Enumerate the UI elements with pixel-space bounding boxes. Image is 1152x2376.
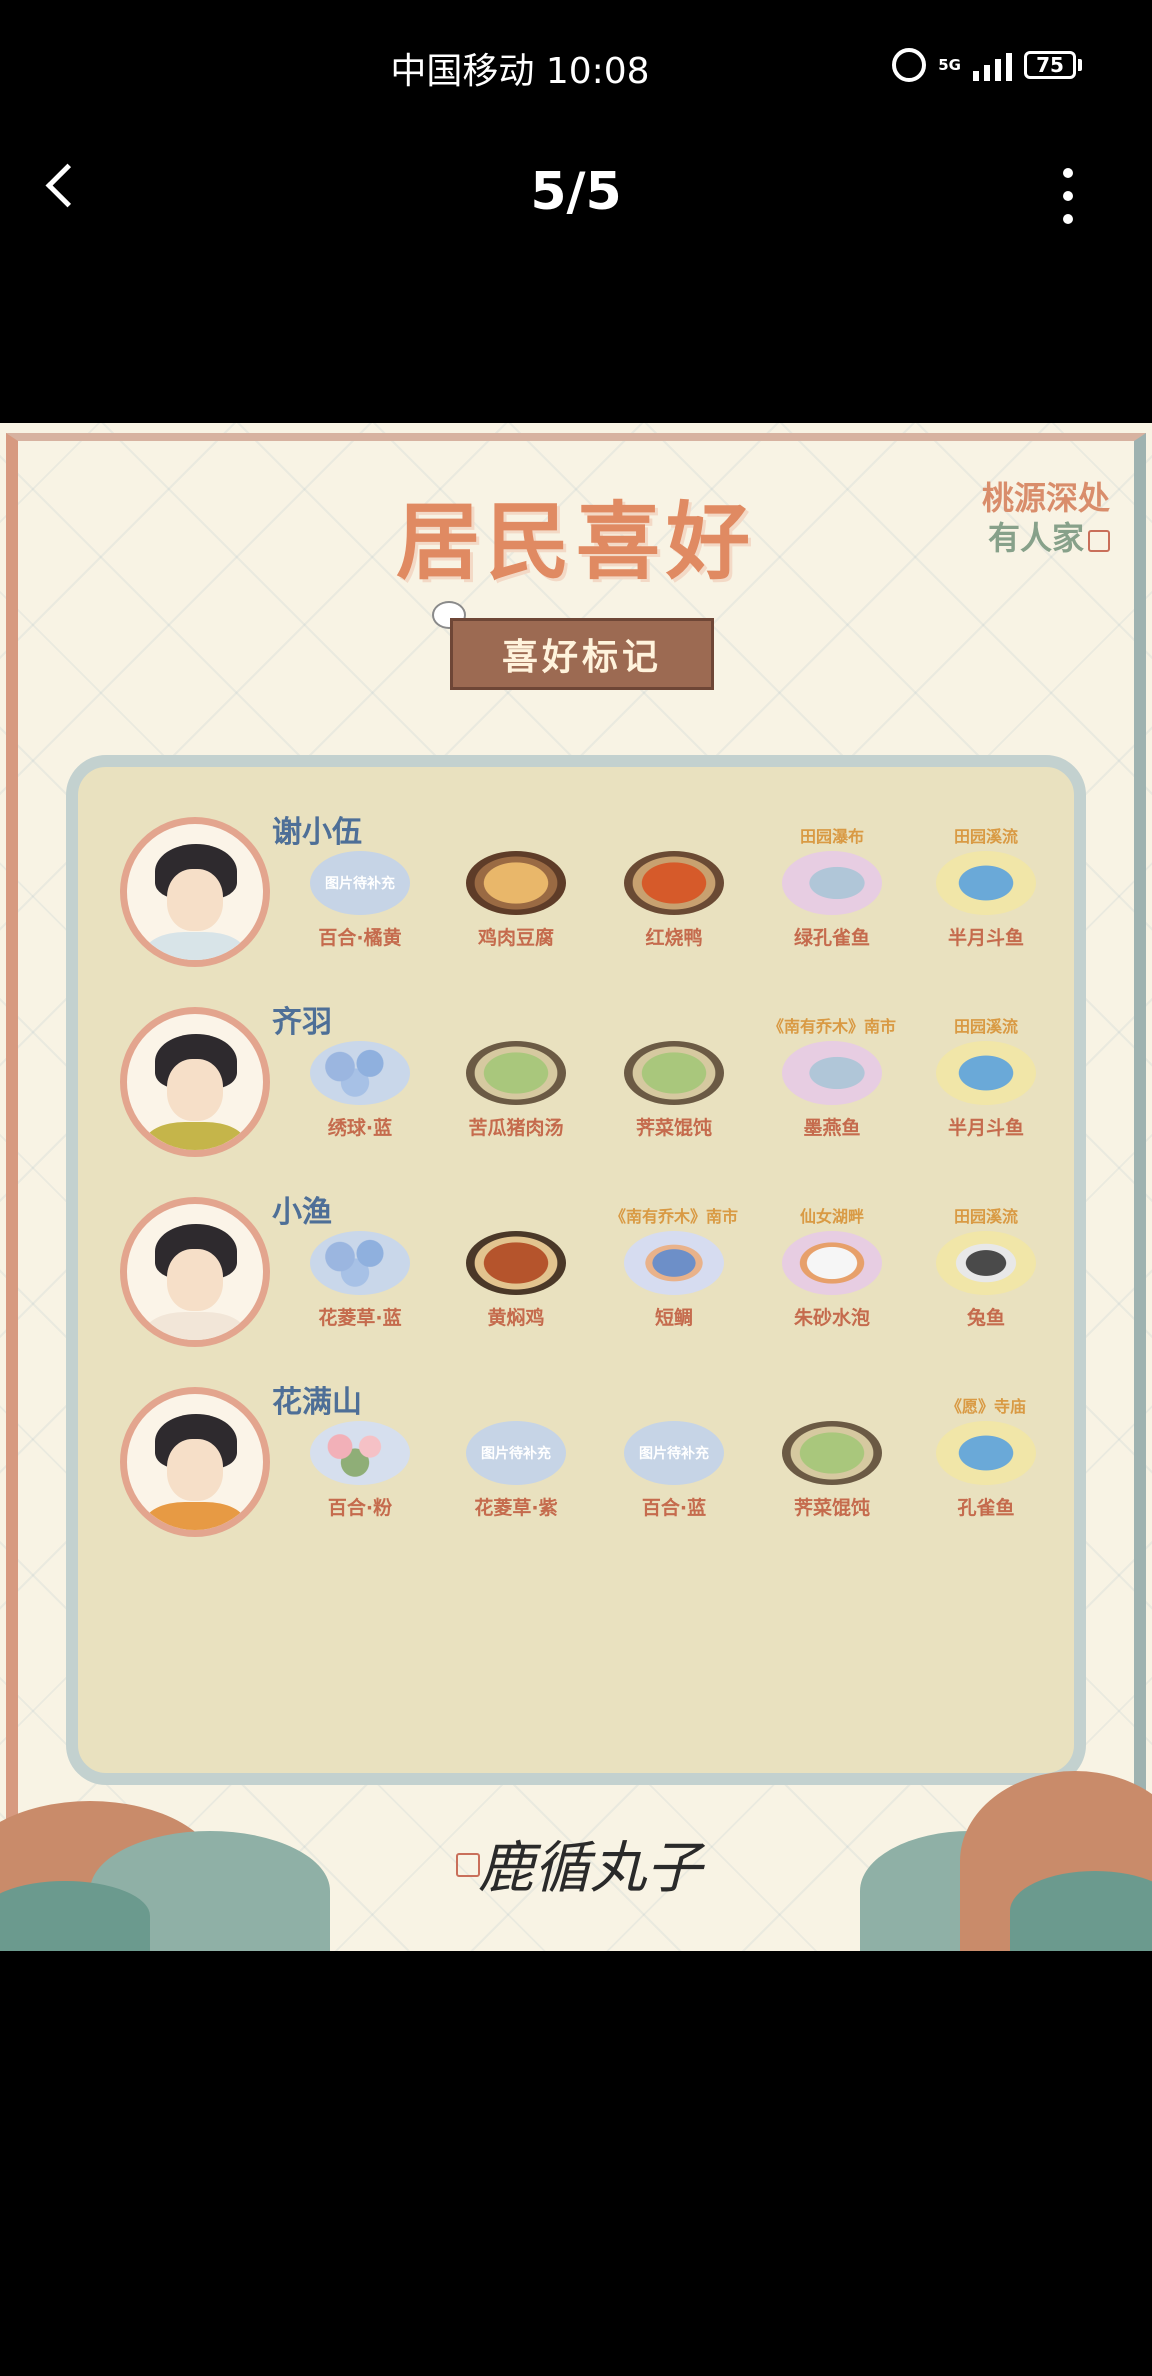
item-label: 苦瓜猪肉汤	[468, 1117, 564, 1139]
item-picture	[624, 1231, 724, 1295]
signal-icon	[973, 49, 1012, 81]
preference-item: 《南有乔木》南市 墨燕鱼	[762, 1017, 902, 1140]
item-picture	[782, 1421, 882, 1485]
tag-banner: 喜好标记	[450, 618, 714, 690]
resident-avatar	[120, 1387, 270, 1537]
item-picture	[466, 1231, 566, 1295]
preference-item: 仙女湖畔 朱砂水泡	[762, 1207, 902, 1330]
preference-item: 绣球·蓝	[290, 1041, 430, 1140]
battery-tip	[1078, 59, 1082, 71]
resident-row: 齐羽 绣球·蓝 苦瓜猪肉汤 荠菜馄饨 《南有乔木》南市 墨燕鱼 田园溪流 半月斗鱼	[78, 997, 1098, 1187]
placeholder-text: 图片待补充	[325, 876, 395, 892]
resident-row: 花满山 百合·粉 图片待补充 花菱草·紫 图片待补充 百合·蓝 荠菜馄饨 《愿》寺庙 孔雀鱼	[78, 1377, 1098, 1567]
item-picture	[310, 1421, 410, 1485]
item-picture	[466, 851, 566, 915]
item-label: 荠菜馄饨	[635, 1117, 712, 1139]
preference-item: 图片待补充百合·蓝	[604, 1421, 744, 1520]
image-counter: 5/5	[530, 162, 622, 222]
resident-name: 小渔	[272, 1195, 332, 1230]
item-picture	[936, 1041, 1036, 1105]
status-icons: 5G 75	[892, 48, 1082, 82]
resident-avatar	[120, 1197, 270, 1347]
item-label: 红烧鸭	[645, 927, 703, 949]
placeholder-text: 图片待补充	[481, 1446, 551, 1462]
more-options-icon[interactable]	[1063, 168, 1073, 224]
item-label: 朱砂水泡	[793, 1307, 870, 1329]
item-label: 绿孔雀鱼	[793, 927, 870, 949]
network-type: 5G	[938, 55, 961, 74]
item-picture: 图片待补充	[466, 1421, 566, 1485]
preference-item: 红烧鸭	[604, 851, 744, 950]
item-picture	[936, 1421, 1036, 1485]
item-label: 半月斗鱼	[947, 1117, 1024, 1139]
preference-item: 田园溪流 兔鱼	[916, 1207, 1056, 1330]
status-bar: 中国移动 10:08 5G 75	[0, 0, 1152, 130]
item-label: 百合·橘黄	[318, 927, 402, 949]
resident-row: 小渔 花菱草·蓝 黄焖鸡 《南有乔木》南市 短鲷 仙女湖畔 朱砂水泡 田园溪流 兔鱼	[78, 1187, 1098, 1377]
item-picture	[310, 1231, 410, 1295]
item-label: 百合·蓝	[641, 1497, 707, 1519]
residents-panel: 谢小伍 图片待补充 百合·橘黄 鸡肉豆腐 红烧鸭 田园瀑布 绿孔雀鱼 田园溪流 半月斗鱼 齐羽 绣球…	[66, 755, 1086, 1785]
item-label: 鸡肉豆腐	[477, 927, 554, 949]
item-picture	[782, 1231, 882, 1295]
preference-item: 图片待补充百合·橘黄	[290, 851, 430, 950]
item-picture	[782, 1041, 882, 1105]
preference-item: 《愿》寺庙 孔雀鱼	[916, 1397, 1056, 1520]
item-label: 半月斗鱼	[947, 927, 1024, 949]
resident-avatar	[120, 817, 270, 967]
resident-name: 谢小伍	[272, 815, 362, 850]
preference-item: 荠菜馄饨	[762, 1421, 902, 1520]
item-picture	[936, 851, 1036, 915]
alarm-icon	[892, 48, 927, 82]
preference-item: 苦瓜猪肉汤	[446, 1041, 586, 1140]
placeholder-text: 图片待补充	[639, 1446, 709, 1462]
preference-item: 田园瀑布 绿孔雀鱼	[762, 827, 902, 950]
item-picture	[310, 1041, 410, 1105]
item-label: 短鲷	[654, 1307, 693, 1329]
artist-signature: 鹿循丸子	[478, 1836, 702, 1901]
item-label: 墨燕鱼	[803, 1117, 861, 1139]
preference-item: 《南有乔木》南市 短鲷	[604, 1207, 744, 1330]
tag-banner-label: 喜好标记	[501, 636, 662, 678]
brand-line-1: 桃源深处	[981, 479, 1110, 517]
preference-item: 田园溪流 半月斗鱼	[916, 1017, 1056, 1140]
poster-image[interactable]: 居民喜好 桃源深处 有人家 喜好标记 谢小伍 图片待补充 百合·橘黄 鸡肉豆腐 红烧鸭田…	[0, 423, 1152, 1951]
item-label: 花菱草·紫	[474, 1497, 558, 1519]
item-picture	[466, 1041, 566, 1105]
preference-item: 图片待补充花菱草·紫	[446, 1421, 586, 1520]
item-picture: 图片待补充	[624, 1421, 724, 1485]
viewer-toolbar: 5/5	[0, 140, 1152, 240]
preference-item: 田园溪流 半月斗鱼	[916, 827, 1056, 950]
item-label: 兔鱼	[966, 1307, 1005, 1329]
item-picture	[624, 1041, 724, 1105]
item-picture	[624, 851, 724, 915]
item-label: 花菱草·蓝	[318, 1307, 402, 1329]
brand-logo: 桃源深处 有人家	[900, 478, 1110, 558]
preference-item: 黄焖鸡	[446, 1231, 586, 1330]
item-label: 绣球·蓝	[327, 1117, 393, 1139]
item-location: 田园溪流	[953, 1207, 1018, 1226]
item-label: 孔雀鱼	[957, 1497, 1015, 1519]
resident-avatar	[120, 1007, 270, 1157]
resident-name: 花满山	[272, 1385, 362, 1420]
item-picture	[782, 851, 882, 915]
brand-line-2: 有人家	[987, 519, 1084, 557]
item-picture: 图片待补充	[310, 851, 410, 915]
item-location: 《愿》寺庙	[945, 1397, 1026, 1416]
item-picture	[936, 1231, 1036, 1295]
preference-item: 荠菜馄饨	[604, 1041, 744, 1140]
item-label: 百合·粉	[327, 1497, 393, 1519]
preference-item: 花菱草·蓝	[290, 1231, 430, 1330]
item-location: 田园溪流	[953, 1017, 1018, 1036]
seal-icon	[1088, 529, 1110, 552]
preference-item: 鸡肉豆腐	[446, 851, 586, 950]
item-location: 田园溪流	[953, 827, 1018, 846]
item-label: 黄焖鸡	[487, 1307, 545, 1329]
item-label: 荠菜馄饨	[793, 1497, 870, 1519]
status-carrier-time: 中国移动 10:08	[390, 51, 650, 92]
battery-icon: 75	[1024, 51, 1076, 79]
resident-name: 齐羽	[272, 1005, 332, 1040]
preference-item: 百合·粉	[290, 1421, 430, 1520]
resident-row: 谢小伍 图片待补充 百合·橘黄 鸡肉豆腐 红烧鸭 田园瀑布 绿孔雀鱼 田园溪流 半月斗鱼	[78, 807, 1098, 997]
